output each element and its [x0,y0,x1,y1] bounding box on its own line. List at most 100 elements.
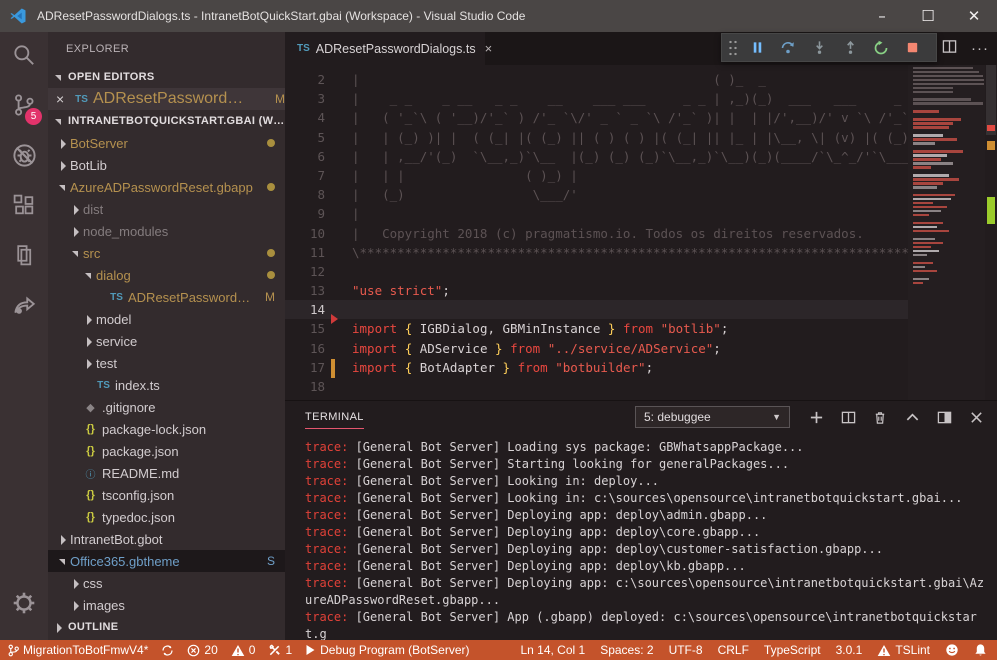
stop-button[interactable] [898,36,926,60]
eol-sequence[interactable]: CRLF [718,643,749,657]
tree-item-images[interactable]: images [48,594,285,616]
code-editor[interactable]: 2| ( )_ _3| _ _ _ __ _ _ __ ___ ___ _ _ … [285,65,997,400]
code-line-18[interactable]: 18 [285,377,997,396]
open-editor-item[interactable]: × TS ADResetPasswordDialogs.ts M [48,88,285,110]
language-mode[interactable]: TypeScript [764,643,821,657]
typescript-version[interactable]: 3.0.1 [836,643,863,657]
chevron-right-icon[interactable] [71,600,81,610]
code-line-8[interactable]: 8| (_) \___/' [285,185,997,204]
debug-status[interactable]: Debug Program (BotServer) [305,643,469,657]
tree-item--gitignore[interactable]: ◆.gitignore [48,396,285,418]
tree-item-model[interactable]: model [48,308,285,330]
new-terminal-icon[interactable] [805,406,827,428]
warning-count[interactable]: 0 [231,643,256,657]
maximize-panel-icon[interactable] [901,406,923,428]
tree-item-azureadpasswordreset-gbapp[interactable]: AzureADPasswordReset.gbapp [48,176,285,198]
step-over-button[interactable] [774,36,802,60]
encoding[interactable]: UTF-8 [669,643,703,657]
tab-terminal[interactable]: TERMINAL [305,401,364,433]
tree-item-package-lock-json[interactable]: {}package-lock.json [48,418,285,440]
minimap[interactable] [908,65,985,400]
toolbar-drag-grip[interactable] [728,39,738,57]
code-line-3[interactable]: 3| _ _ _ __ _ _ __ ___ ___ _ _ | ,_)(_) … [285,89,997,108]
chevron-down-icon[interactable] [58,182,68,192]
tree-item-test[interactable]: test [48,352,285,374]
chevron-right-icon[interactable] [71,204,81,214]
tree-item-botserver[interactable]: BotServer [48,132,285,154]
activity-search-icon[interactable] [0,32,48,78]
tab-adresetpassworddialogs[interactable]: TS ADResetPasswordDialogs.ts × [285,32,485,65]
git-branch-status[interactable]: MigrationToBotFmwV4* [8,643,148,657]
open-editors-header[interactable]: OPEN EDITORS [48,66,285,88]
activity-files-icon[interactable] [0,232,48,278]
chevron-right-icon[interactable] [71,578,81,588]
code-line-16[interactable]: 16import { ADService } from "../service/… [285,339,997,358]
chevron-right-icon[interactable] [58,160,68,170]
editor-scrollbar[interactable] [985,65,997,400]
restart-button[interactable] [867,36,895,60]
pause-button[interactable] [743,36,771,60]
indentation[interactable]: Spaces: 2 [600,643,653,657]
tasks-count[interactable]: 1 [268,643,292,657]
chevron-down-icon[interactable] [58,556,68,566]
tree-item-intranetbot-gbot[interactable]: IntranetBot.gbot [48,528,285,550]
tree-item-css[interactable]: css [48,572,285,594]
notifications-bell-icon[interactable] [974,643,987,657]
close-button[interactable]: ✕ [951,0,997,32]
tree-item-dialog[interactable]: dialog [48,264,285,286]
activity-gear-icon[interactable] [0,580,48,626]
tree-item-src[interactable]: src [48,242,285,264]
tree-item-package-json[interactable]: {}package.json [48,440,285,462]
code-line-2[interactable]: 2| ( )_ _ [285,70,997,89]
code-line-14[interactable]: 14 [285,300,997,319]
chevron-down-icon[interactable] [84,270,94,280]
step-into-button[interactable] [805,36,833,60]
split-editor-icon[interactable] [942,39,957,59]
tslint-status[interactable]: TSLint [877,643,930,657]
maximize-button[interactable]: ☐ [905,0,951,32]
sync-status[interactable] [161,644,174,657]
code-line-7[interactable]: 7| | | ( )_) | [285,166,997,185]
activity-share-icon[interactable] [0,282,48,328]
code-line-6[interactable]: 6| | ,__/'(_) `\__,_)`\__ |(_) (_) (_)`\… [285,147,997,166]
close-icon[interactable]: × [56,91,72,107]
close-tab-icon[interactable]: × [485,41,493,56]
code-line-4[interactable]: 4| ( '_`\ ( '__)/'_` ) /'_ `\/' _ ` _ `\… [285,108,997,127]
chevron-right-icon[interactable] [84,336,94,346]
close-panel-icon[interactable] [965,406,987,428]
terminal-output[interactable]: trace: [General Bot Server] Loading sys … [285,433,997,641]
code-line-13[interactable]: 13"use strict"; [285,281,997,300]
chevron-right-icon[interactable] [71,226,81,236]
tree-item-index-ts[interactable]: TSindex.ts [48,374,285,396]
tree-item-service[interactable]: service [48,330,285,352]
tree-item-dist[interactable]: dist [48,198,285,220]
activity-source-control-icon[interactable]: 5 [0,82,48,128]
code-line-11[interactable]: 11\*************************************… [285,243,997,262]
tree-item-botlib[interactable]: BotLib [48,154,285,176]
minimize-button[interactable]: – [859,0,905,32]
chevron-right-icon[interactable] [84,358,94,368]
chevron-right-icon[interactable] [84,314,94,324]
code-line-10[interactable]: 10| Copyright 2018 (c) pragmatismo.io. T… [285,224,997,243]
code-line-15[interactable]: 15import { IGBDialog, GBMinInstance } fr… [285,319,997,338]
chevron-right-icon[interactable] [58,534,68,544]
workspace-header[interactable]: INTRANETBOTQUICKSTART.GBAI (WORKSPACE) [48,110,285,132]
panel-position-icon[interactable] [933,406,955,428]
error-count[interactable]: 20 [187,643,217,657]
chevron-down-icon[interactable] [71,248,81,258]
cursor-position[interactable]: Ln 14, Col 1 [520,643,585,657]
kill-terminal-icon[interactable] [869,406,891,428]
activity-extensions-icon[interactable] [0,182,48,228]
outline-header[interactable]: OUTLINE [48,616,285,638]
more-actions-icon[interactable]: ··· [971,40,989,57]
tree-item-readme-md[interactable]: ⓘREADME.md [48,462,285,484]
feedback-smiley-icon[interactable] [945,643,959,657]
code-line-9[interactable]: 9| [285,204,997,223]
code-line-17[interactable]: 17import { BotAdapter } from "botbuilder… [285,358,997,377]
tree-item-tsconfig-json[interactable]: {}tsconfig.json [48,484,285,506]
tree-item-adresetpassworddialogs-ts[interactable]: TSADResetPasswordDialogs.tsM [48,286,285,308]
code-line-5[interactable]: 5| | (_) )| | ( (_| |( (_) || ( ) ( ) |(… [285,128,997,147]
activity-debug-disabled-icon[interactable] [0,132,48,178]
tree-item-node-modules[interactable]: node_modules [48,220,285,242]
split-terminal-icon[interactable] [837,406,859,428]
